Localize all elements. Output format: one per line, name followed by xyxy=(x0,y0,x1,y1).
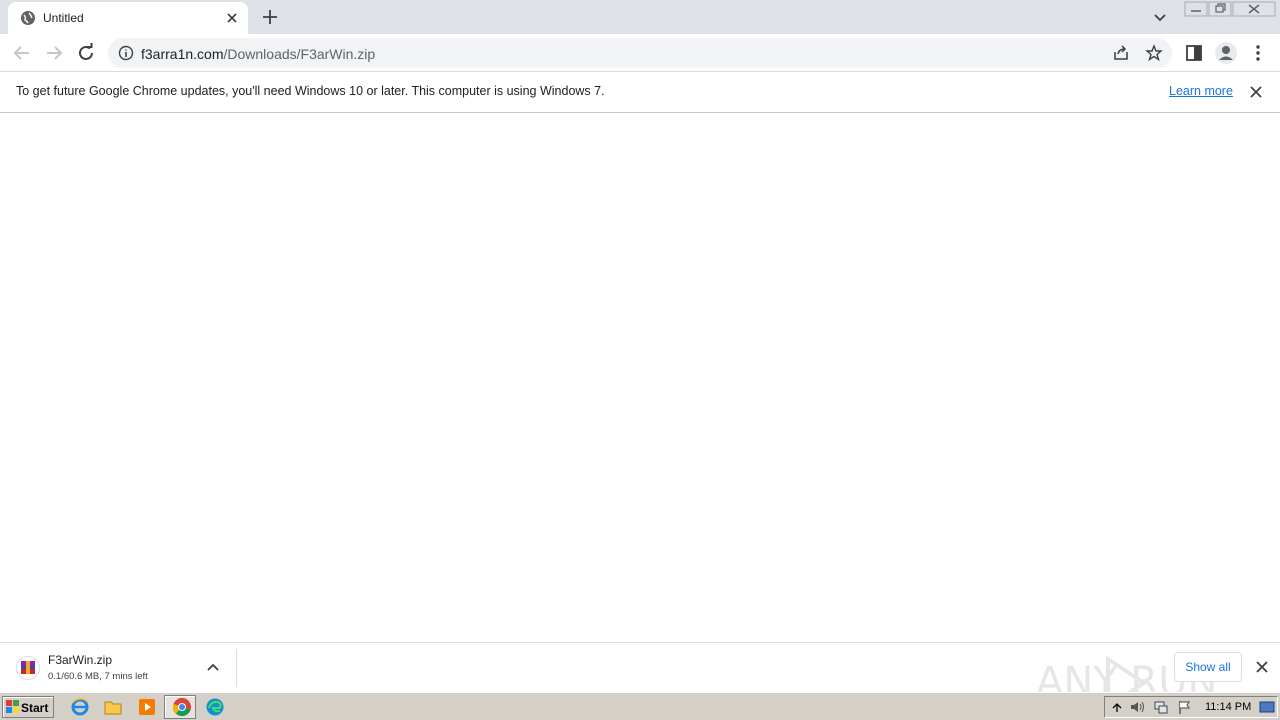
tab-strip: Untitled xyxy=(0,0,1280,34)
tab-close-icon[interactable] xyxy=(224,10,240,26)
bookmark-star-icon[interactable] xyxy=(1145,44,1163,62)
globe-icon xyxy=(21,11,35,25)
tab-untitled[interactable]: Untitled xyxy=(8,2,248,34)
url-domain: f3arra1n.com xyxy=(141,46,224,62)
edge-icon[interactable] xyxy=(205,697,225,717)
tab-title: Untitled xyxy=(43,11,84,25)
page-content xyxy=(0,113,1280,642)
tab-search-chevron-icon[interactable] xyxy=(1150,7,1170,27)
close-icon[interactable] xyxy=(1248,84,1264,100)
download-shelf: F3arWin.zip 0.1/60.6 MB, 7 mins left ANY… xyxy=(0,642,1280,711)
address-bar[interactable]: f3arra1n.com/Downloads/F3arWin.zip xyxy=(108,38,1172,68)
screen: Untitled f3arra1n.com/Downloads/F3arWin.… xyxy=(0,0,1280,720)
forward-arrow-icon[interactable] xyxy=(42,41,66,65)
download-item[interactable]: F3arWin.zip 0.1/60.6 MB, 7 mins left xyxy=(8,647,228,689)
start-button[interactable]: Start xyxy=(2,696,54,718)
window-close-icon[interactable] xyxy=(1232,1,1276,17)
taskbar: Start 11:14 PM xyxy=(0,692,1280,720)
windows-logo-icon xyxy=(6,700,19,713)
new-tab-icon[interactable] xyxy=(259,6,281,28)
minimize-icon[interactable] xyxy=(1184,1,1208,17)
url-path: /Downloads/F3arWin.zip xyxy=(223,46,376,62)
kebab-menu-icon[interactable] xyxy=(1250,43,1266,63)
back-arrow-icon[interactable] xyxy=(10,41,34,65)
divider xyxy=(236,649,237,687)
network-icon[interactable] xyxy=(1153,699,1169,715)
site-info-icon[interactable] xyxy=(118,45,134,61)
profile-avatar-icon[interactable] xyxy=(1214,41,1238,65)
show-hidden-icons-icon[interactable] xyxy=(1109,699,1125,715)
windows-support-infobar: To get future Google Chrome updates, you… xyxy=(0,72,1280,113)
reload-icon[interactable] xyxy=(74,41,98,65)
media-player-icon[interactable] xyxy=(137,697,157,717)
learn-more-link[interactable]: Learn more xyxy=(1169,84,1233,98)
volume-icon[interactable] xyxy=(1129,699,1145,715)
internet-explorer-icon[interactable] xyxy=(70,697,90,717)
clock[interactable]: 11:14 PM xyxy=(1205,701,1251,713)
url-text[interactable]: f3arra1n.com/Downloads/F3arWin.zip xyxy=(141,46,375,62)
file-explorer-icon[interactable] xyxy=(103,697,123,717)
toolbar: f3arra1n.com/Downloads/F3arWin.zip xyxy=(0,34,1280,72)
archive-file-icon xyxy=(16,656,40,680)
start-label: Start xyxy=(21,701,49,715)
side-panel-icon[interactable] xyxy=(1184,43,1204,63)
system-tray: 11:14 PM xyxy=(1104,696,1278,718)
show-desktop-icon[interactable] xyxy=(1259,699,1275,715)
download-status: 0.1/60.6 MB, 7 mins left xyxy=(48,671,148,682)
download-filename: F3arWin.zip xyxy=(48,653,113,667)
close-icon[interactable] xyxy=(1254,659,1270,675)
action-center-flag-icon[interactable] xyxy=(1177,699,1193,715)
restore-icon[interactable] xyxy=(1208,1,1232,17)
taskbar-chrome-active[interactable] xyxy=(164,695,196,719)
chevron-up-icon[interactable] xyxy=(206,661,220,675)
chrome-icon xyxy=(173,698,191,716)
share-icon[interactable] xyxy=(1112,44,1130,62)
infobar-message: To get future Google Chrome updates, you… xyxy=(16,84,605,98)
show-all-button[interactable]: Show all xyxy=(1174,652,1242,682)
